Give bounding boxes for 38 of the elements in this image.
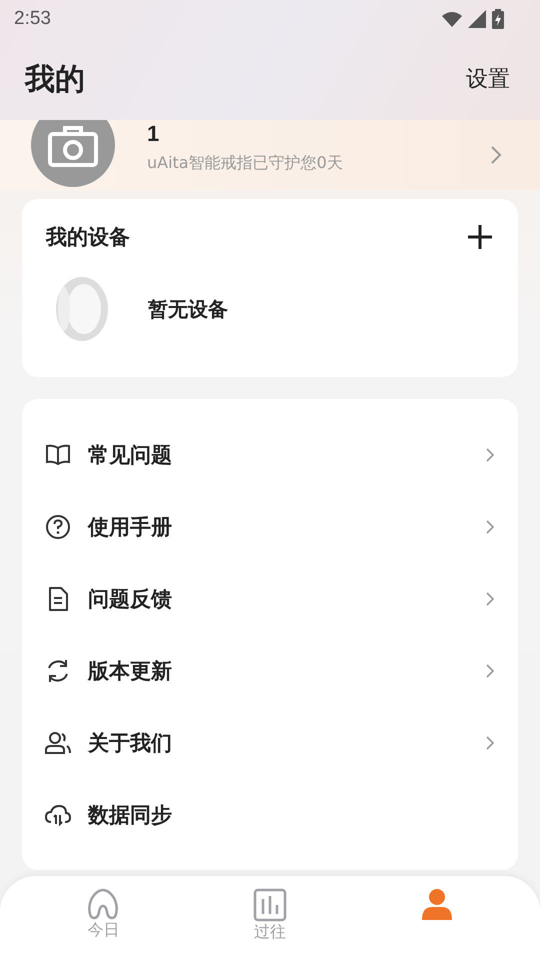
- chevron-icon: [486, 520, 494, 534]
- menu-label: 关于我们: [88, 730, 173, 757]
- empty-device-text: 暂无设备: [148, 296, 228, 322]
- status-time: 2:53: [14, 8, 51, 30]
- avatar[interactable]: [31, 120, 115, 187]
- chevron-icon: [486, 592, 494, 606]
- menu-label: 使用手册: [88, 514, 173, 541]
- add-icon[interactable]: [466, 223, 494, 251]
- book-icon: [44, 444, 72, 466]
- chevron-icon[interactable]: [490, 145, 502, 165]
- settings-button[interactable]: 设置: [466, 64, 510, 94]
- menu-item[interactable]: 问题反馈: [44, 563, 494, 635]
- person-icon: [420, 888, 454, 920]
- menu-item[interactable]: 数据同步: [44, 779, 494, 851]
- battery-icon: [492, 9, 504, 29]
- menu-label: 版本更新: [88, 658, 173, 685]
- menu-item[interactable]: 常见问题: [44, 419, 494, 491]
- section-title: 我的设备: [46, 224, 130, 251]
- menu-label: 数据同步: [88, 802, 173, 829]
- arch-icon: [86, 888, 120, 920]
- help-icon: [44, 514, 72, 540]
- camera-icon: [48, 126, 98, 167]
- wifi-icon: [442, 11, 462, 27]
- cloud-sync-icon: [44, 803, 72, 827]
- menu-item[interactable]: 关于我们: [44, 707, 494, 779]
- menu-item[interactable]: 使用手册: [44, 491, 494, 563]
- chart-icon: [252, 888, 287, 922]
- protection-days-text: uAita智能戒指已守护您0天: [147, 152, 344, 174]
- menu-label: 问题反馈: [88, 586, 173, 613]
- users-icon: [44, 731, 72, 755]
- menu-label: 常见问题: [88, 442, 173, 469]
- page-title: 我的: [25, 60, 85, 98]
- menu-item[interactable]: 版本更新: [44, 635, 494, 707]
- chevron-icon: [486, 448, 494, 462]
- user-name: 1: [147, 120, 160, 146]
- chevron-icon: [486, 664, 494, 678]
- chevron-icon: [486, 736, 494, 750]
- signal-icon: [468, 10, 486, 28]
